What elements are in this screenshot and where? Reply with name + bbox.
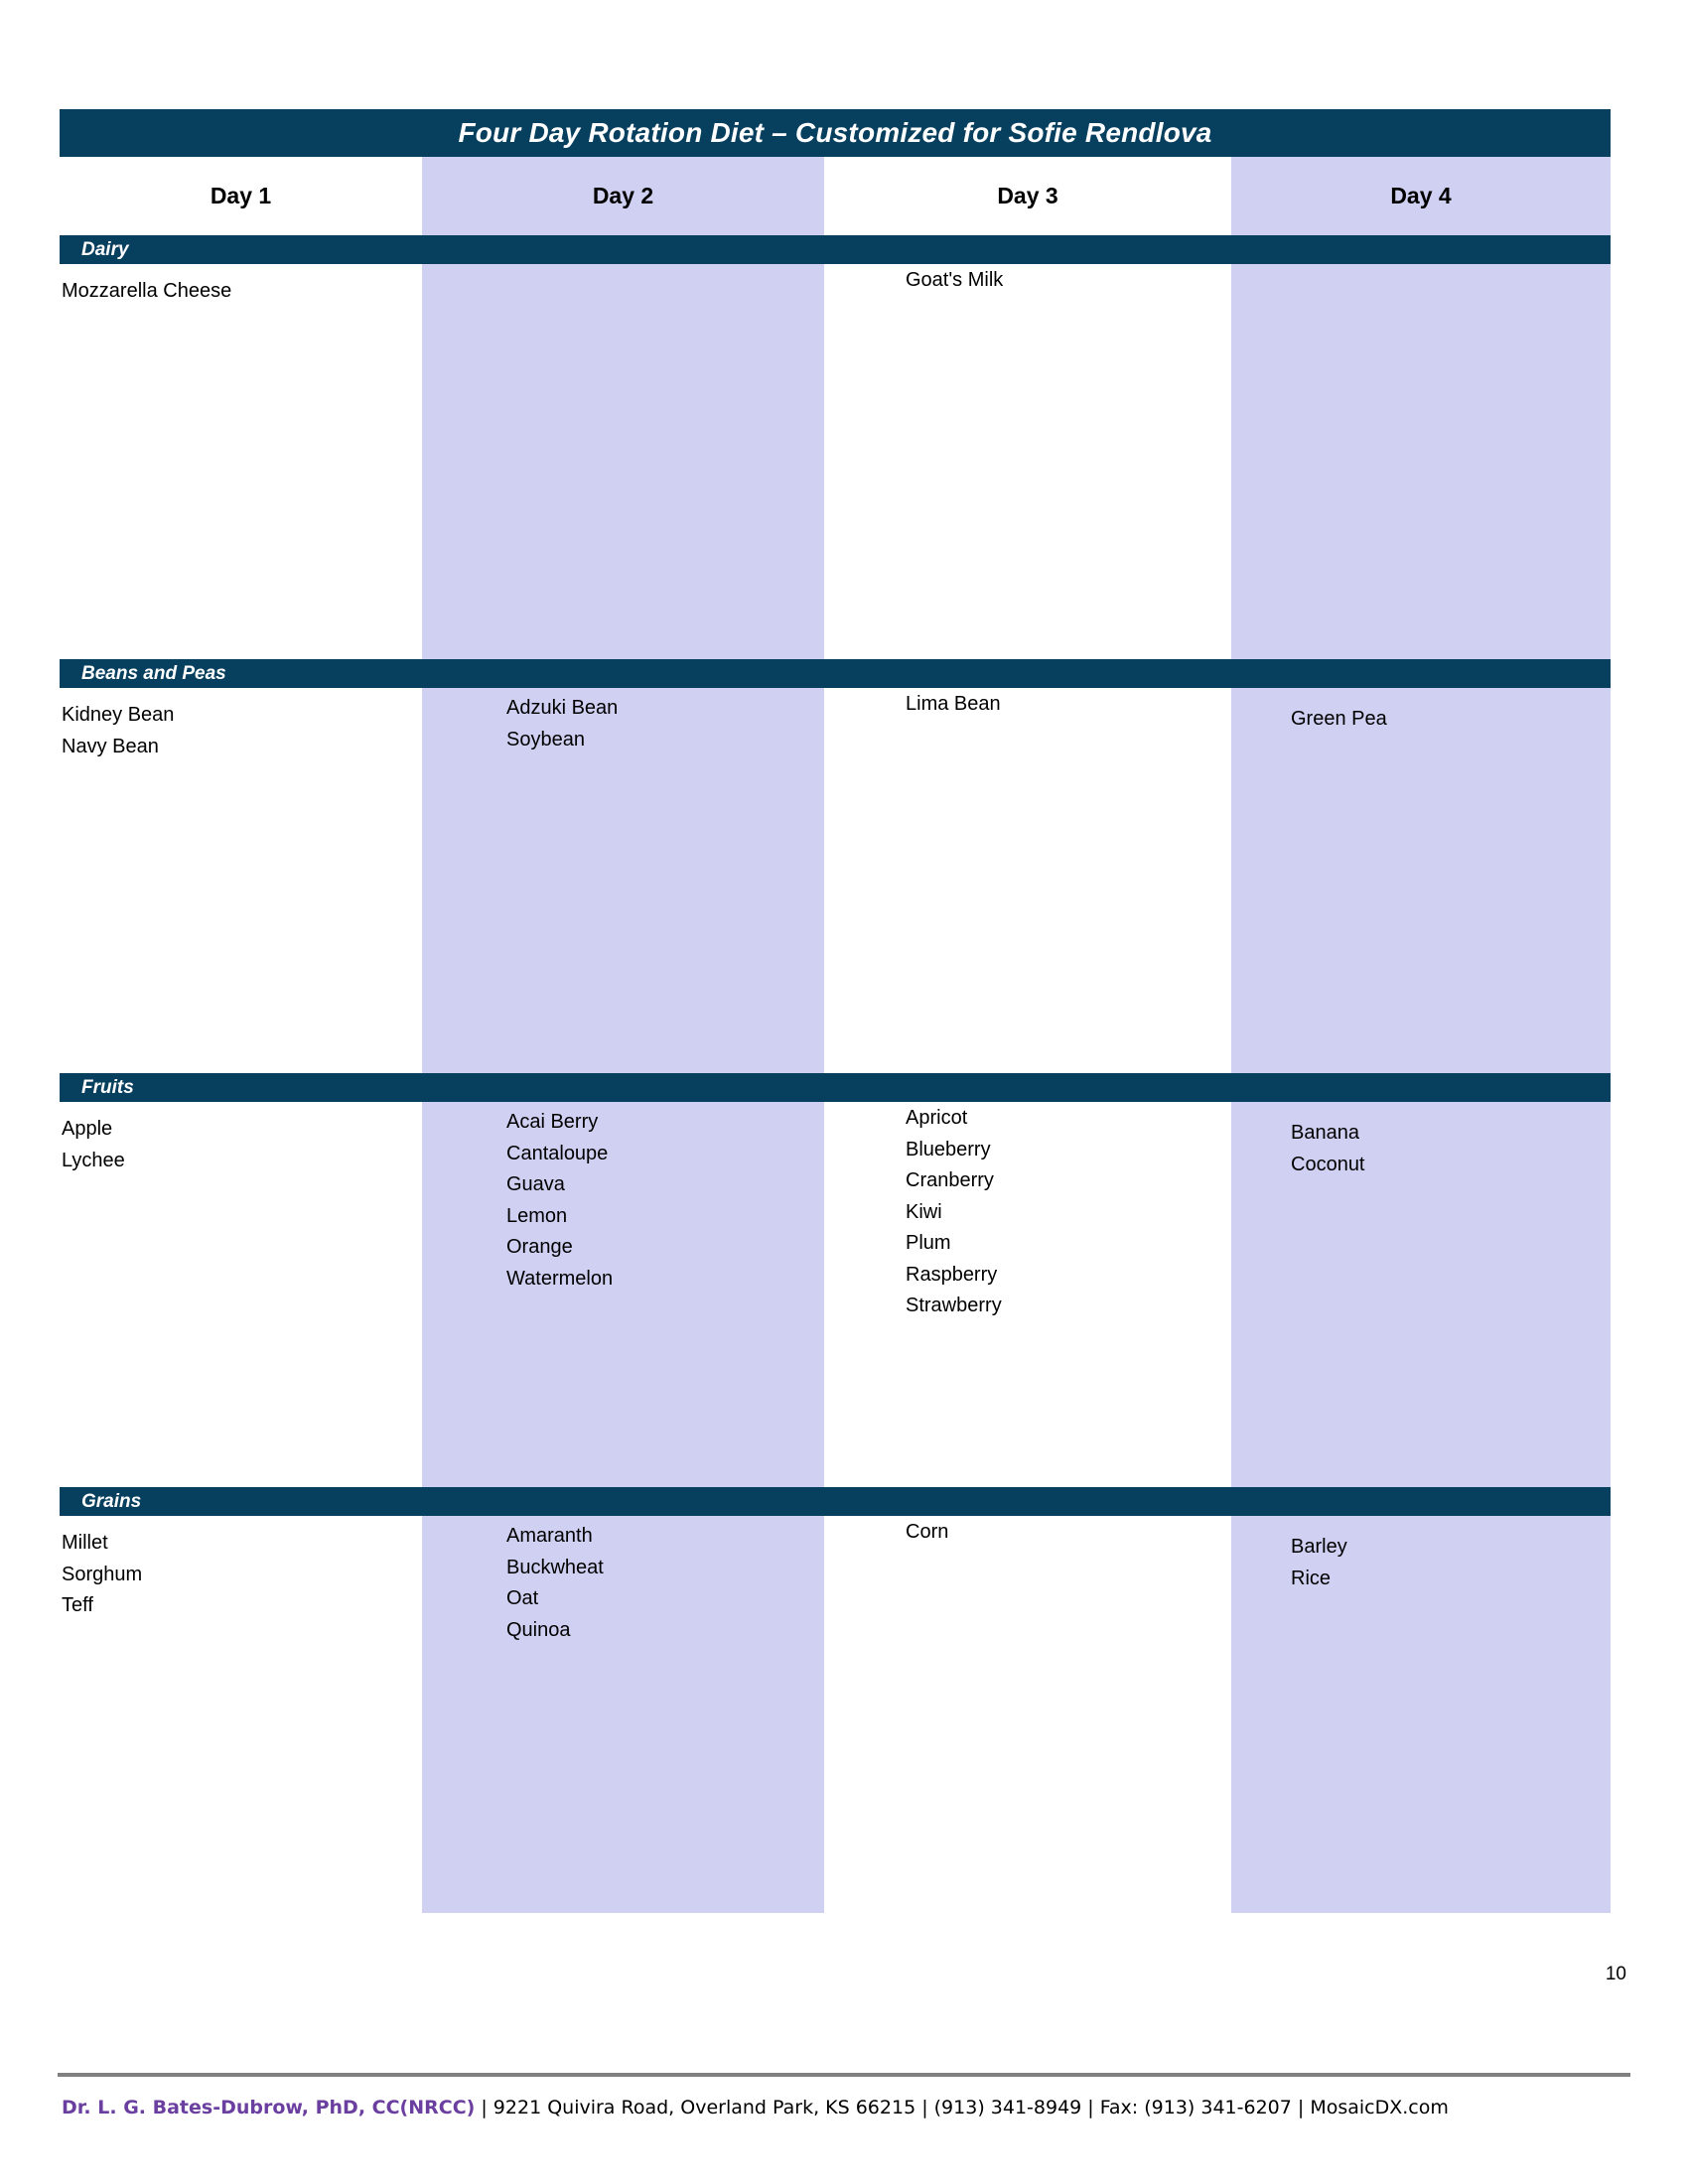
column-header-day-1: Day 1 — [60, 157, 422, 235]
food-item: Millet — [62, 1532, 108, 1554]
section-cell-dairy-day-4 — [1231, 264, 1670, 280]
footer-doctor-name: Dr. L. G. Bates-Dubrow, PhD, CC(NRCC) — [62, 2097, 476, 2118]
document-title-bar: Four Day Rotation Diet – Customized for … — [60, 109, 1611, 157]
section-cell-dairy-day-1: Mozzarella Cheese — [60, 264, 424, 308]
food-list: Barley Rice — [1291, 1532, 1670, 1594]
section-cell-grains-day-1: Millet Sorghum Teff — [60, 1516, 424, 1622]
section-header-label: Dairy — [81, 238, 129, 260]
column-header-day-4: Day 4 — [1231, 157, 1611, 235]
column-header-label: Day 3 — [997, 183, 1058, 208]
footer-contact-info: | 9221 Quivira Road, Overland Park, KS 6… — [475, 2097, 1449, 2118]
column-header-day-2: Day 2 — [422, 157, 824, 235]
food-item: Kidney Bean — [62, 704, 175, 726]
page-title: Four Day Rotation Diet – Customized for … — [458, 117, 1212, 148]
food-item: Strawberry — [906, 1295, 1002, 1316]
page-number: 10 — [1605, 1964, 1626, 1984]
document-page: Four Day Rotation Diet – Customized for … — [0, 0, 1688, 2184]
food-item: Quinoa — [506, 1618, 571, 1641]
section-cell-beans-day-1: Kidney Bean Navy Bean — [60, 688, 424, 762]
food-list: Green Pea — [1291, 704, 1670, 736]
section-body-dairy: Mozzarella Cheese Goat's Milk — [60, 264, 1611, 659]
food-item: Banana — [1291, 1122, 1359, 1144]
food-item: Kiwi — [906, 1200, 942, 1223]
section-header-beans-and-peas: Beans and Peas — [60, 659, 1611, 688]
section-header-label: Grains — [81, 1490, 142, 1512]
section-header-grains: Grains — [60, 1487, 1611, 1516]
section-header-label: Beans and Peas — [81, 662, 226, 684]
food-item: Teff — [62, 1594, 93, 1616]
food-item: Soybean — [506, 728, 585, 751]
column-band-day4 — [1231, 688, 1611, 1073]
section-cell-grains-day-4: Barley Rice — [1231, 1516, 1670, 1594]
food-list: Kidney Bean Navy Bean — [62, 700, 424, 762]
section-body-fruits: Apple Lychee Acai Berry Cantaloupe Guava Lem… — [60, 1102, 1611, 1487]
section-header-label: Fruits — [81, 1076, 134, 1098]
food-item: Sorghum — [62, 1563, 143, 1585]
food-item: Raspberry — [906, 1263, 998, 1286]
food-item: Apple — [62, 1118, 113, 1140]
food-item: Navy Bean — [62, 735, 159, 757]
food-list: Millet Sorghum Teff — [62, 1528, 424, 1622]
table-header-row: Day 1 Day 2 Day 3 Day 4 — [60, 157, 1611, 235]
column-band-day4 — [1231, 264, 1611, 659]
column-header-label: Day 4 — [1390, 183, 1452, 208]
food-item: Oat — [506, 1587, 539, 1609]
section-body-beans-and-peas: Kidney Bean Navy Bean Adzuki Bean Soybean … — [60, 688, 1611, 1073]
food-item: Lychee — [62, 1149, 125, 1171]
food-list: Banana Coconut — [1291, 1118, 1670, 1180]
column-header-label: Day 2 — [592, 183, 654, 208]
food-list: Mozzarella Cheese — [62, 276, 424, 308]
column-band-day2 — [422, 264, 824, 659]
footer-divider — [58, 2073, 1630, 2077]
food-item: Buckwheat — [506, 1556, 604, 1578]
rotation-diet-table: Day 1 Day 2 Day 3 Day 4 Dairy Mozzarella… — [60, 157, 1611, 1913]
section-cell-beans-day-4: Green Pea — [1231, 688, 1670, 736]
column-header-day-3: Day 3 — [824, 157, 1231, 235]
food-item: Green Pea — [1291, 708, 1387, 730]
section-body-grains: Millet Sorghum Teff Amaranth Buckwheat Oat Qu… — [60, 1516, 1611, 1913]
section-header-fruits: Fruits — [60, 1073, 1611, 1102]
food-item: Coconut — [1291, 1153, 1365, 1175]
food-item: Barley — [1291, 1536, 1347, 1558]
section-header-dairy: Dairy — [60, 235, 1611, 264]
footer: Dr. L. G. Bates-Dubrow, PhD, CC(NRCC) | … — [62, 2097, 1449, 2118]
section-cell-fruits-day-4: Banana Coconut — [1231, 1102, 1670, 1180]
food-item: Mozzarella Cheese — [62, 280, 232, 302]
food-list: Apple Lychee — [62, 1114, 424, 1176]
food-item: Rice — [1291, 1567, 1332, 1589]
section-cell-fruits-day-1: Apple Lychee — [60, 1102, 424, 1176]
column-header-label: Day 1 — [210, 183, 272, 208]
food-item: Plum — [906, 1232, 951, 1254]
